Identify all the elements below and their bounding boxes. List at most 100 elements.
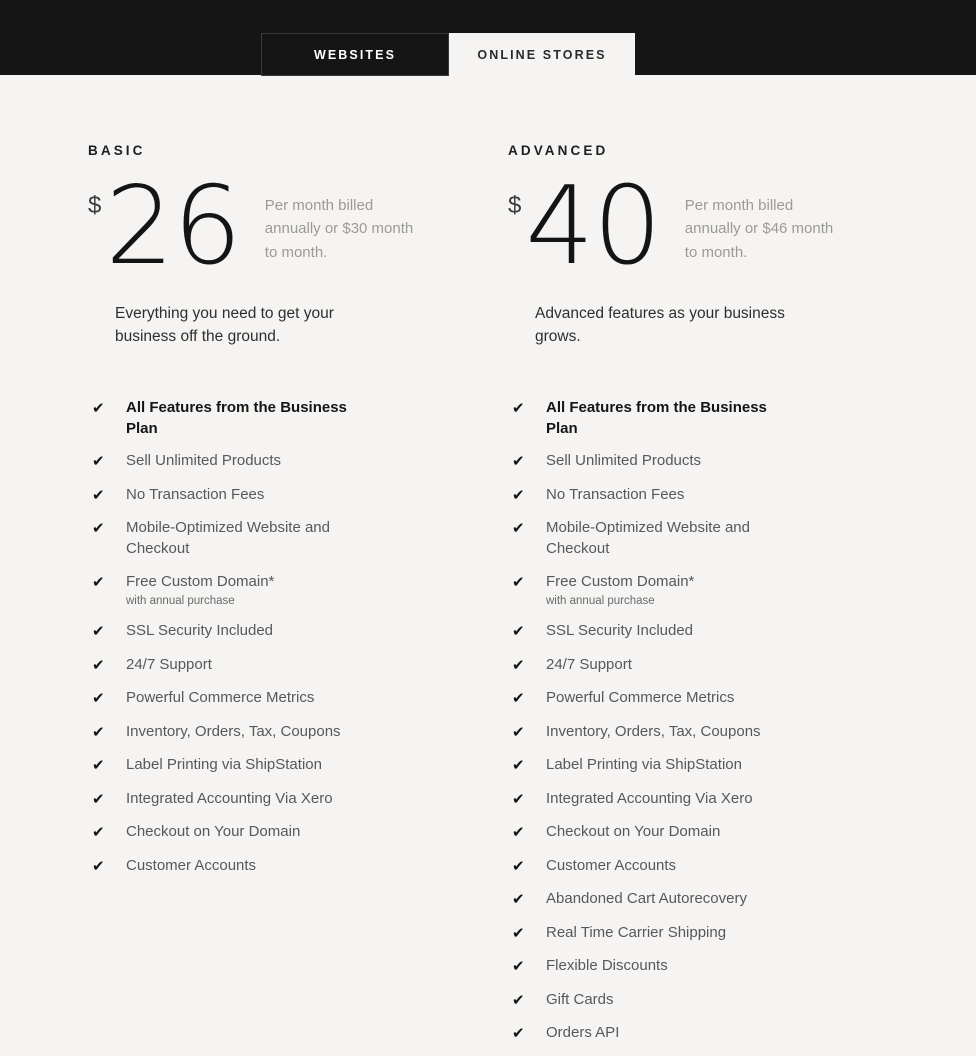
feature-item: ✔ Label Printing via ShipStation (92, 754, 422, 776)
feature-label: SSL Security Included (126, 622, 274, 639)
check-icon: ✔ (512, 924, 525, 942)
price-amount-basic: 26 (105, 163, 242, 289)
check-icon: ✔ (512, 757, 525, 774)
feature-list-basic: ✔ All Features from the Business Plan ✔ Sel… (92, 397, 422, 877)
plan-card-advanced: ADVANCED $ 40 Per month billed annually … (422, 75, 844, 1056)
check-icon: ✔ (92, 723, 105, 741)
feature-item: ✔ Checkout on Your Domain (92, 821, 422, 843)
feature-label: Checkout on Your Domain (546, 823, 721, 840)
check-icon: ✔ (92, 824, 105, 841)
feature-item: ✔ SSL Security Included (92, 620, 422, 642)
check-icon: ✔ (512, 723, 525, 741)
tab-websites-label: WEBSITES (313, 47, 397, 62)
feature-item: ✔ Customer Accounts (512, 855, 844, 877)
price-amount-advanced: 40 (525, 163, 662, 289)
feature-item: ✔ Mobile-Optimized Website and Checkout (512, 517, 844, 559)
feature-item: ✔ SSL Security Included (512, 620, 844, 642)
check-icon: ✔ (512, 623, 525, 640)
check-icon: ✔ (512, 656, 525, 674)
feature-label: No Transaction Fees (546, 485, 685, 503)
check-icon: ✔ (512, 857, 525, 875)
feature-label: Sell Unlimited Products (126, 452, 282, 469)
feature-item: ✔ Free Custom Domain* with annual purchase (92, 571, 422, 609)
price-note-basic: Per month billed annually or $30 month t… (264, 196, 414, 261)
check-icon: ✔ (92, 790, 105, 808)
pricing-plans-container: BASIC $ 26 Per month billed annually or … (0, 75, 976, 1056)
feature-label: Powerful Commerce Metrics (546, 689, 735, 706)
check-icon: ✔ (512, 573, 525, 591)
feature-label: All Features from the Business Plan (546, 398, 767, 437)
check-icon: ✔ (512, 958, 525, 975)
feature-item: ✔ Powerful Commerce Metrics (512, 687, 844, 709)
check-icon: ✔ (512, 690, 525, 707)
check-icon: ✔ (512, 486, 525, 504)
top-header-bar: WEBSITES ONLINE STORES (0, 0, 976, 76)
feature-item: ✔ Gift Cards (512, 989, 844, 1011)
plan-card-basic: BASIC $ 26 Per month billed annually or … (0, 75, 422, 1056)
feature-label: Sell Unlimited Products (546, 452, 702, 469)
feature-label: Abandoned Cart Autorecovery (546, 890, 747, 907)
feature-item: ✔ Integrated Accounting Via Xero (512, 788, 844, 810)
check-icon: ✔ (512, 399, 525, 417)
feature-label: Label Printing via ShipStation (126, 756, 322, 773)
feature-label: 24/7 Support (126, 655, 212, 673)
check-icon: ✔ (92, 573, 105, 591)
feature-label: Mobile-Optimized Website and Checkout (126, 519, 330, 557)
price-row-basic: $ 26 Per month billed annually or $30 mo… (88, 163, 422, 289)
check-icon: ✔ (512, 520, 525, 537)
plan-name-advanced: ADVANCED (508, 143, 609, 158)
check-icon: ✔ (512, 991, 525, 1009)
check-icon: ✔ (92, 857, 105, 875)
feature-label: Integrated Accounting Via Xero (546, 789, 753, 807)
feature-label: Inventory, Orders, Tax, Coupons (126, 722, 341, 740)
price-row-advanced: $ 40 Per month billed annually or $46 mo… (508, 163, 844, 289)
feature-sublabel: with annual purchase (126, 594, 235, 607)
feature-item: ✔ Real Time Carrier Shipping (512, 922, 844, 944)
check-icon: ✔ (92, 453, 105, 470)
feature-item: ✔ Flexible Discounts (512, 955, 844, 977)
feature-sublabel: with annual purchase (546, 594, 655, 607)
feature-item: ✔ Orders API (512, 1022, 844, 1044)
tab-online-stores-label: ONLINE STORES (477, 47, 607, 62)
feature-label: Customer Accounts (546, 856, 677, 874)
feature-label: Orders API (546, 1024, 620, 1041)
feature-item: ✔ Sell Unlimited Products (92, 450, 422, 472)
feature-item: ✔ 24/7 Support (92, 654, 422, 676)
tab-websites[interactable]: WEBSITES (261, 33, 449, 76)
feature-item: ✔ Inventory, Orders, Tax, Coupons (92, 721, 422, 743)
feature-label: Customer Accounts (126, 856, 257, 874)
feature-label: SSL Security Included (546, 622, 694, 639)
feature-label: Label Printing via ShipStation (546, 756, 742, 773)
currency-symbol-advanced: $ (508, 191, 522, 219)
feature-label: Integrated Accounting Via Xero (126, 789, 333, 807)
check-icon: ✔ (92, 757, 105, 774)
tab-online-stores[interactable]: ONLINE STORES (449, 33, 635, 76)
feature-item: ✔ Free Custom Domain* with annual purchase (512, 571, 844, 609)
plan-tagline-basic: Everything you need to get your business… (115, 304, 334, 346)
feature-item: ✔ Customer Accounts (92, 855, 422, 877)
feature-label: Mobile-Optimized Website and Checkout (546, 519, 750, 557)
feature-label: Flexible Discounts (546, 957, 668, 974)
feature-item: ✔ Label Printing via ShipStation (512, 754, 844, 776)
feature-item: ✔ Checkout on Your Domain (512, 821, 844, 843)
feature-label: Powerful Commerce Metrics (126, 689, 315, 706)
check-icon: ✔ (512, 824, 525, 841)
check-icon: ✔ (92, 520, 105, 537)
feature-item: ✔ Integrated Accounting Via Xero (92, 788, 422, 810)
feature-label: Inventory, Orders, Tax, Coupons (546, 722, 761, 740)
feature-label: 24/7 Support (546, 655, 632, 673)
feature-item: ✔ No Transaction Fees (92, 484, 422, 506)
feature-label: All Features from the Business Plan (126, 398, 347, 437)
check-icon: ✔ (92, 486, 105, 504)
feature-item: ✔ All Features from the Business Plan (512, 397, 844, 439)
plan-tagline-advanced: Advanced features as your business grows… (535, 304, 785, 346)
check-icon: ✔ (512, 891, 525, 908)
check-icon: ✔ (92, 656, 105, 674)
feature-item: ✔ All Features from the Business Plan (92, 397, 422, 439)
check-icon: ✔ (512, 1025, 525, 1042)
feature-list-advanced: ✔ All Features from the Business Plan ✔ Sel… (512, 397, 844, 1045)
feature-item: ✔ Sell Unlimited Products (512, 450, 844, 472)
feature-item: ✔ Mobile-Optimized Website and Checkout (92, 517, 422, 559)
plan-name-basic: BASIC (88, 143, 146, 158)
check-icon: ✔ (92, 690, 105, 707)
